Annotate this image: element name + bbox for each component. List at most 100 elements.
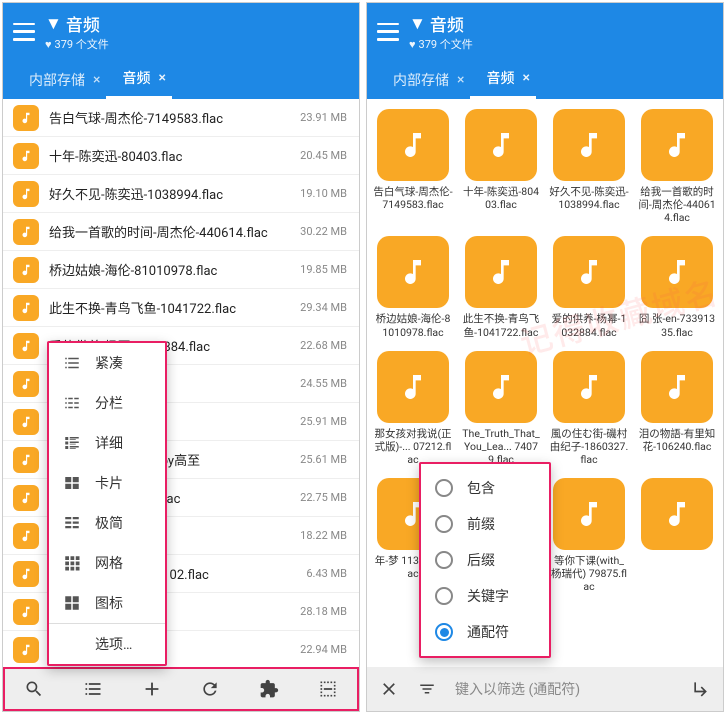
tab-close-icon[interactable]: × (93, 72, 100, 88)
file-name: 给我一首歌的时间-周杰伦-440614.flac (49, 222, 292, 241)
menu-label: 关键字 (467, 586, 509, 606)
view-details[interactable]: 详细 (49, 423, 165, 463)
menu-icon[interactable] (377, 23, 399, 41)
file-name: 爱的供养-杨幂-1032884.flac (549, 312, 629, 338)
file-card[interactable]: The_Truth_That_You_Lea... 74079.flac (459, 347, 543, 470)
view-grid[interactable]: 网格 (49, 543, 165, 583)
tab-close-icon[interactable]: × (158, 70, 165, 86)
file-size: 22.68 MB (300, 339, 347, 352)
music-file-icon (13, 333, 39, 359)
file-card[interactable] (635, 474, 719, 597)
tab-internal-storage[interactable]: 内部存储 × (13, 60, 106, 99)
title-block: ▼ 音频 ♥ 379 个文件 (409, 11, 473, 52)
file-card[interactable]: 十年-陈奕迅-80403.flac (459, 105, 543, 228)
tab-label: 音频 (486, 68, 514, 88)
file-card[interactable]: 那女孩对我说(正式版)-... 07212.flac (371, 347, 455, 470)
menu-label: 极简 (95, 513, 123, 533)
menu-label: 通配符 (467, 622, 509, 642)
add-icon[interactable] (141, 678, 163, 700)
file-card[interactable]: 囧 张-en-73391335.flac (635, 232, 719, 342)
file-card[interactable]: 爱的供养-杨幂-1032884.flac (547, 232, 631, 342)
file-name: 给我一首歌的时间-周杰伦-440614.flac (637, 185, 717, 224)
tab-close-icon[interactable]: × (457, 72, 464, 88)
file-card[interactable]: 好久不见-陈奕迅-1038994.flac (547, 105, 631, 228)
menu-label: 紧凑 (95, 353, 123, 373)
music-file-icon (13, 219, 39, 245)
file-size: 18.22 MB (300, 529, 347, 542)
minimal-icon (63, 514, 81, 532)
music-file-icon (13, 409, 39, 435)
file-card[interactable]: 等你下课(with_杨瑞代) 79875.flac (547, 474, 631, 597)
file-name: 告白气球-周杰伦-7149583.flac (49, 108, 292, 127)
menu-label: 包含 (467, 478, 495, 498)
close-icon[interactable] (379, 679, 399, 699)
filter-wildcard[interactable]: 通配符 (421, 614, 549, 650)
filter-input[interactable]: 键入以筛选 (通配符) (455, 679, 673, 699)
menu-icon[interactable] (13, 23, 35, 41)
file-count: 379 个文件 (419, 36, 473, 52)
filter-prefix[interactable]: 前缀 (421, 506, 549, 542)
submit-icon[interactable] (691, 679, 711, 699)
file-row[interactable]: 桥边姑娘-海伦-81010978.flac19.85 MB (3, 251, 359, 289)
view-list-icon[interactable] (82, 678, 104, 700)
filter-bar: 键入以筛选 (通配符) (367, 667, 723, 711)
file-name: 風の住む街-磯村由纪子-1860327.flac (549, 427, 629, 466)
view-columns[interactable]: 分栏 (49, 383, 165, 423)
filter-keyword[interactable]: 关键字 (421, 578, 549, 614)
file-name: 泪の物語-有里知花-106240.flac (637, 427, 717, 453)
file-name: 囧 张-en-73391335.flac (637, 312, 717, 338)
filter-mode-menu: 包含 前缀 后缀 关键字 通配符 (419, 462, 551, 658)
view-compact[interactable]: 紧凑 (49, 343, 165, 383)
tab-close-icon[interactable]: × (522, 70, 529, 86)
file-size: 25.91 MB (300, 415, 347, 428)
tab-label: 内部存储 (29, 70, 85, 90)
view-icons[interactable]: 图标 (49, 583, 165, 623)
file-card[interactable]: 桥边姑娘-海伦-81010978.flac (371, 232, 455, 342)
file-name: 告白气球-周杰伦-7149583.flac (373, 185, 453, 211)
file-size: 22.75 MB (300, 491, 347, 504)
grid-icon (63, 554, 81, 572)
file-size: 24.55 MB (300, 377, 347, 390)
extension-icon[interactable] (258, 678, 280, 700)
file-size: 22.94 MB (300, 643, 347, 656)
music-file-icon (465, 236, 537, 308)
music-file-icon (13, 143, 39, 169)
phone-right: ▼ 音频 ♥ 379 个文件 内部存储 × 音频 × (366, 2, 724, 712)
file-card[interactable]: 告白气球-周杰伦-7149583.flac (371, 105, 455, 228)
file-name: 此生不换-青鸟飞鱼-1041722.flac (49, 298, 292, 317)
music-file-icon (465, 351, 537, 423)
file-card[interactable]: 此生不换-青鸟飞鱼-1041722.flac (459, 232, 543, 342)
music-file-icon (13, 371, 39, 397)
menu-label: 卡片 (95, 473, 123, 493)
music-file-icon (641, 351, 713, 423)
view-minimal[interactable]: 极简 (49, 503, 165, 543)
file-row[interactable]: 好久不见-陈奕迅-1038994.flac19.10 MB (3, 175, 359, 213)
file-row[interactable]: 给我一首歌的时间-周杰伦-440614.flac30.22 MB (3, 213, 359, 251)
filter-contains[interactable]: 包含 (421, 470, 549, 506)
view-options[interactable]: 选项… (49, 624, 165, 664)
music-file-icon (13, 105, 39, 131)
tab-audio[interactable]: 音频 × (106, 60, 171, 99)
menu-label: 详细 (95, 433, 123, 453)
view-cards[interactable]: 卡片 (49, 463, 165, 503)
file-card[interactable]: 给我一首歌的时间-周杰伦-440614.flac (635, 105, 719, 228)
columns-icon (63, 394, 81, 412)
file-card[interactable]: 泪の物語-有里知花-106240.flac (635, 347, 719, 470)
file-row[interactable]: 告白气球-周杰伦-7149583.flac23.91 MB (3, 99, 359, 137)
menu-label: 网格 (95, 553, 123, 573)
filter-type-icon[interactable] (417, 679, 437, 699)
select-icon[interactable] (317, 678, 339, 700)
tab-audio[interactable]: 音频 × (470, 60, 535, 99)
filter-suffix[interactable]: 后缀 (421, 542, 549, 578)
music-file-icon (553, 351, 625, 423)
file-size: 19.10 MB (300, 187, 347, 200)
search-icon[interactable] (23, 678, 45, 700)
music-file-icon (13, 599, 39, 625)
music-file-icon (465, 109, 537, 181)
radio-icon (435, 515, 453, 533)
refresh-icon[interactable] (199, 678, 221, 700)
file-row[interactable]: 十年-陈奕迅-80403.flac20.45 MB (3, 137, 359, 175)
tab-internal-storage[interactable]: 内部存储 × (377, 60, 470, 99)
file-card[interactable]: 風の住む街-磯村由纪子-1860327.flac (547, 347, 631, 470)
file-row[interactable]: 此生不换-青鸟飞鱼-1041722.flac29.34 MB (3, 289, 359, 327)
